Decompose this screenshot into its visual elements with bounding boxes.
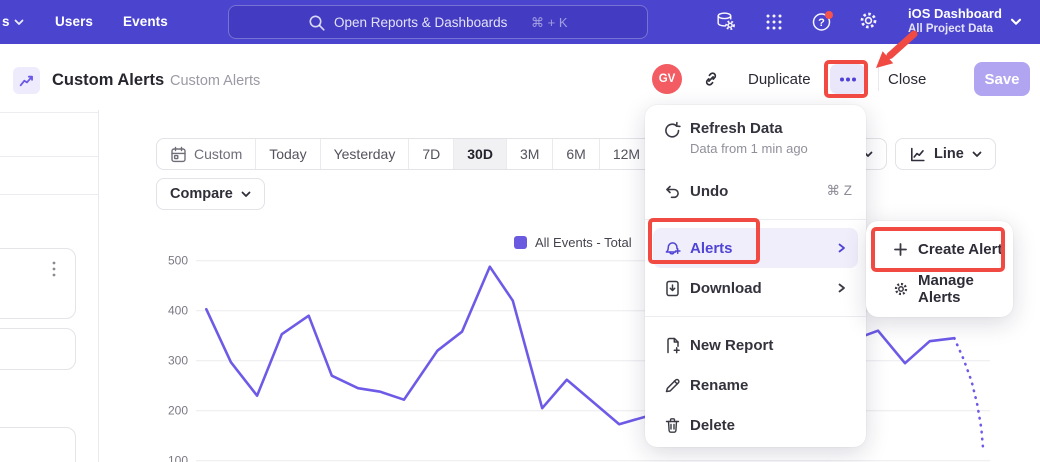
undo-shortcut: ⌘ Z [827,183,853,199]
chart-type-button[interactable]: Line [895,138,996,170]
menu-item-rename[interactable]: Rename [653,365,858,405]
search-icon [308,14,326,32]
sidebar-card[interactable] [0,427,76,462]
svg-text:300: 300 [168,354,188,368]
search-placeholder: Open Reports & Dashboards [334,15,507,30]
sidebar-row-divider [0,194,98,195]
nav-item-events[interactable]: Events [123,14,168,29]
range-3m[interactable]: 3M [506,139,552,169]
menu-divider [645,219,866,220]
undo-icon [663,182,682,201]
chart-legend: All Events - Total [514,235,632,250]
page-title: Custom Alerts [52,71,164,90]
apps-grid-icon[interactable] [764,12,784,32]
svg-text:100: 100 [168,454,188,462]
search-shortcut: ⌘ + K [531,15,568,31]
refresh-status: Data from 1 min ago [690,141,808,156]
alerts-submenu: Create Alert Manage Alerts [866,221,1013,317]
svg-text:400: 400 [168,304,188,318]
sidebar-divider [98,110,99,462]
settings-icon[interactable] [858,10,879,31]
duplicate-button[interactable]: Duplicate [748,71,811,88]
calendar-icon [170,146,187,163]
download-icon [663,279,682,298]
more-ellipsis-icon [837,76,859,83]
chevron-down-icon[interactable] [1010,18,1022,26]
svg-text:?: ? [818,17,825,29]
breadcrumb: Custom Alerts [170,73,260,89]
save-button[interactable]: Save [974,62,1030,96]
chevron-right-icon [838,283,846,293]
data-gear-icon[interactable] [714,10,737,33]
svg-text:500: 500 [168,254,188,268]
submenu-item-create-alert[interactable]: Create Alert [866,229,1013,269]
compare-button[interactable]: Compare [156,178,265,210]
share-link-icon[interactable] [701,69,721,89]
nav-item-users[interactable]: Users [55,14,93,29]
close-button[interactable]: Close [888,71,926,88]
sidebar-row-divider [0,156,98,157]
global-search[interactable]: Open Reports & Dashboards ⌘ + K [228,5,648,39]
chevron-down-icon [241,191,251,198]
app-window: s Users Events Open Reports & Dashboards… [0,0,1040,462]
legend-swatch [514,236,527,249]
project-name[interactable]: iOS Dashboard [908,6,1002,21]
range-6m[interactable]: 6M [552,139,598,169]
menu-item-refresh-data[interactable]: Refresh Data Data from 1 min ago [653,113,858,171]
help-icon[interactable]: ? [810,9,835,34]
avatar[interactable]: GV [652,64,682,94]
report-chart-icon [13,67,40,94]
menu-divider [645,316,866,317]
menu-item-download[interactable]: Download [653,268,858,308]
more-options-button[interactable] [830,64,865,94]
line-chart-icon [909,146,926,163]
nav-item-clipped[interactable]: s [2,14,10,29]
range-custom[interactable]: Custom [157,139,255,169]
range-today[interactable]: Today [255,139,319,169]
menu-item-alerts[interactable]: Alerts [653,228,858,268]
pencil-icon [663,376,682,395]
header-divider [878,67,879,91]
kebab-menu-icon[interactable] [52,260,56,278]
submenu-item-manage-alerts[interactable]: Manage Alerts [866,269,1013,309]
chevron-down-icon [14,19,24,26]
sidebar-card[interactable] [0,248,76,319]
sidebar-card[interactable] [0,328,76,370]
range-30d[interactable]: 30D [453,139,506,169]
report-options-menu: Refresh Data Data from 1 min ago Undo ⌘ … [645,105,866,447]
menu-item-new-report[interactable]: New Report [653,325,858,365]
svg-text:200: 200 [168,404,188,418]
range-yesterday[interactable]: Yesterday [320,139,409,169]
top-navbar: s Users Events Open Reports & Dashboards… [0,0,1040,44]
gear-icon [893,281,909,297]
bell-plus-icon [663,239,682,258]
menu-item-undo[interactable]: Undo ⌘ Z [653,171,858,211]
sidebar-row-divider [0,112,98,113]
trash-icon [663,416,682,435]
project-scope: All Project Data [908,23,993,35]
menu-item-delete[interactable]: Delete [653,405,858,445]
date-range-selector: Custom Today Yesterday 7D 30D 3M 6M 12M [156,138,654,170]
range-7d[interactable]: 7D [408,139,453,169]
new-report-icon [663,336,682,355]
refresh-icon [663,121,682,140]
chevron-right-icon [838,243,846,253]
chevron-down-icon [972,151,982,158]
legend-label: All Events - Total [535,235,632,250]
plus-icon [893,242,909,257]
